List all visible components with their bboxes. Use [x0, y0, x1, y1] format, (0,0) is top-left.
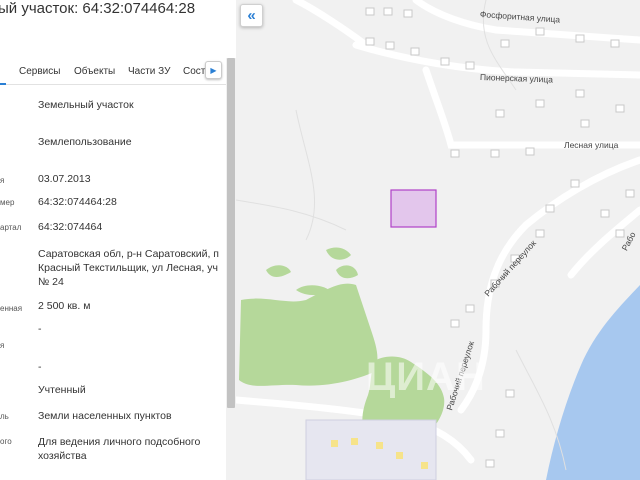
row-value-usage-line-2: хозяйства	[38, 450, 87, 462]
tabs-next-button[interactable]: ▶	[205, 61, 222, 79]
double-chevron-left-icon: «	[247, 7, 256, 24]
tab-objects[interactable]: Объекты	[74, 66, 115, 77]
info-panel: ый участок: 64:32:074464:28 Сервисы Объе…	[0, 0, 236, 480]
land-parcel	[390, 189, 437, 228]
row-value-address-line-1: Саратовская обл, р-н Саратовский, п	[38, 248, 219, 260]
chevron-right-icon: ▶	[210, 65, 217, 75]
row-value-cadastral-quarter: 64:32:074464	[38, 221, 103, 233]
river-area	[546, 285, 640, 480]
row-value-status: Учтенный	[38, 384, 86, 396]
tab-services[interactable]: Сервисы	[19, 66, 60, 77]
watermark: ЦИАН	[366, 355, 486, 399]
row-label-area: енная	[0, 304, 23, 313]
row-value-date: 03.07.2013	[38, 173, 91, 185]
row-label-cost: я	[0, 341, 5, 350]
row-value-cost: -	[38, 323, 42, 335]
row-label-usage: ого	[0, 437, 12, 446]
row-value-dash: -	[38, 361, 42, 373]
row-label-date: я	[0, 176, 5, 185]
row-value-type: Земельный участок	[38, 99, 134, 111]
row-label-number: мер	[0, 198, 15, 207]
map-canvas	[236, 0, 640, 480]
tab-parts[interactable]: Части ЗУ	[128, 66, 170, 77]
map-view[interactable]: « Фосфоритная улица Пионерская улица Лес…	[236, 0, 640, 480]
row-value-area: 2 500 кв. м	[38, 300, 91, 312]
row-value-address-line-2: Красный Текстильщик, ул Лесная, уч	[38, 262, 218, 274]
settlement-block	[305, 419, 437, 480]
row-value-category: Земли населенных пунктов	[38, 410, 172, 422]
street-label-lesnaya: Лесная улица	[564, 140, 619, 150]
row-value-cadastral-number: 64:32:074464:28	[38, 196, 117, 208]
row-value-form: Землепользование	[38, 136, 132, 148]
active-tab-indicator	[0, 83, 6, 85]
row-value-address-line-3: № 24	[38, 276, 64, 288]
row-label-category: ль	[0, 412, 9, 421]
row-value-usage-line-1: Для ведения личного подсобного	[38, 436, 201, 448]
row-label-quarter: артал	[0, 223, 22, 232]
tab-bar: Сервисы Объекты Части ЗУ Соста ▶	[0, 60, 226, 85]
scrollbar-thumb[interactable]	[227, 58, 235, 408]
forest-areas	[239, 247, 445, 447]
collapse-panel-button[interactable]: «	[240, 4, 263, 27]
page-title: ый участок: 64:32:074464:28	[0, 0, 196, 17]
panel-scrollbar[interactable]	[226, 58, 236, 480]
